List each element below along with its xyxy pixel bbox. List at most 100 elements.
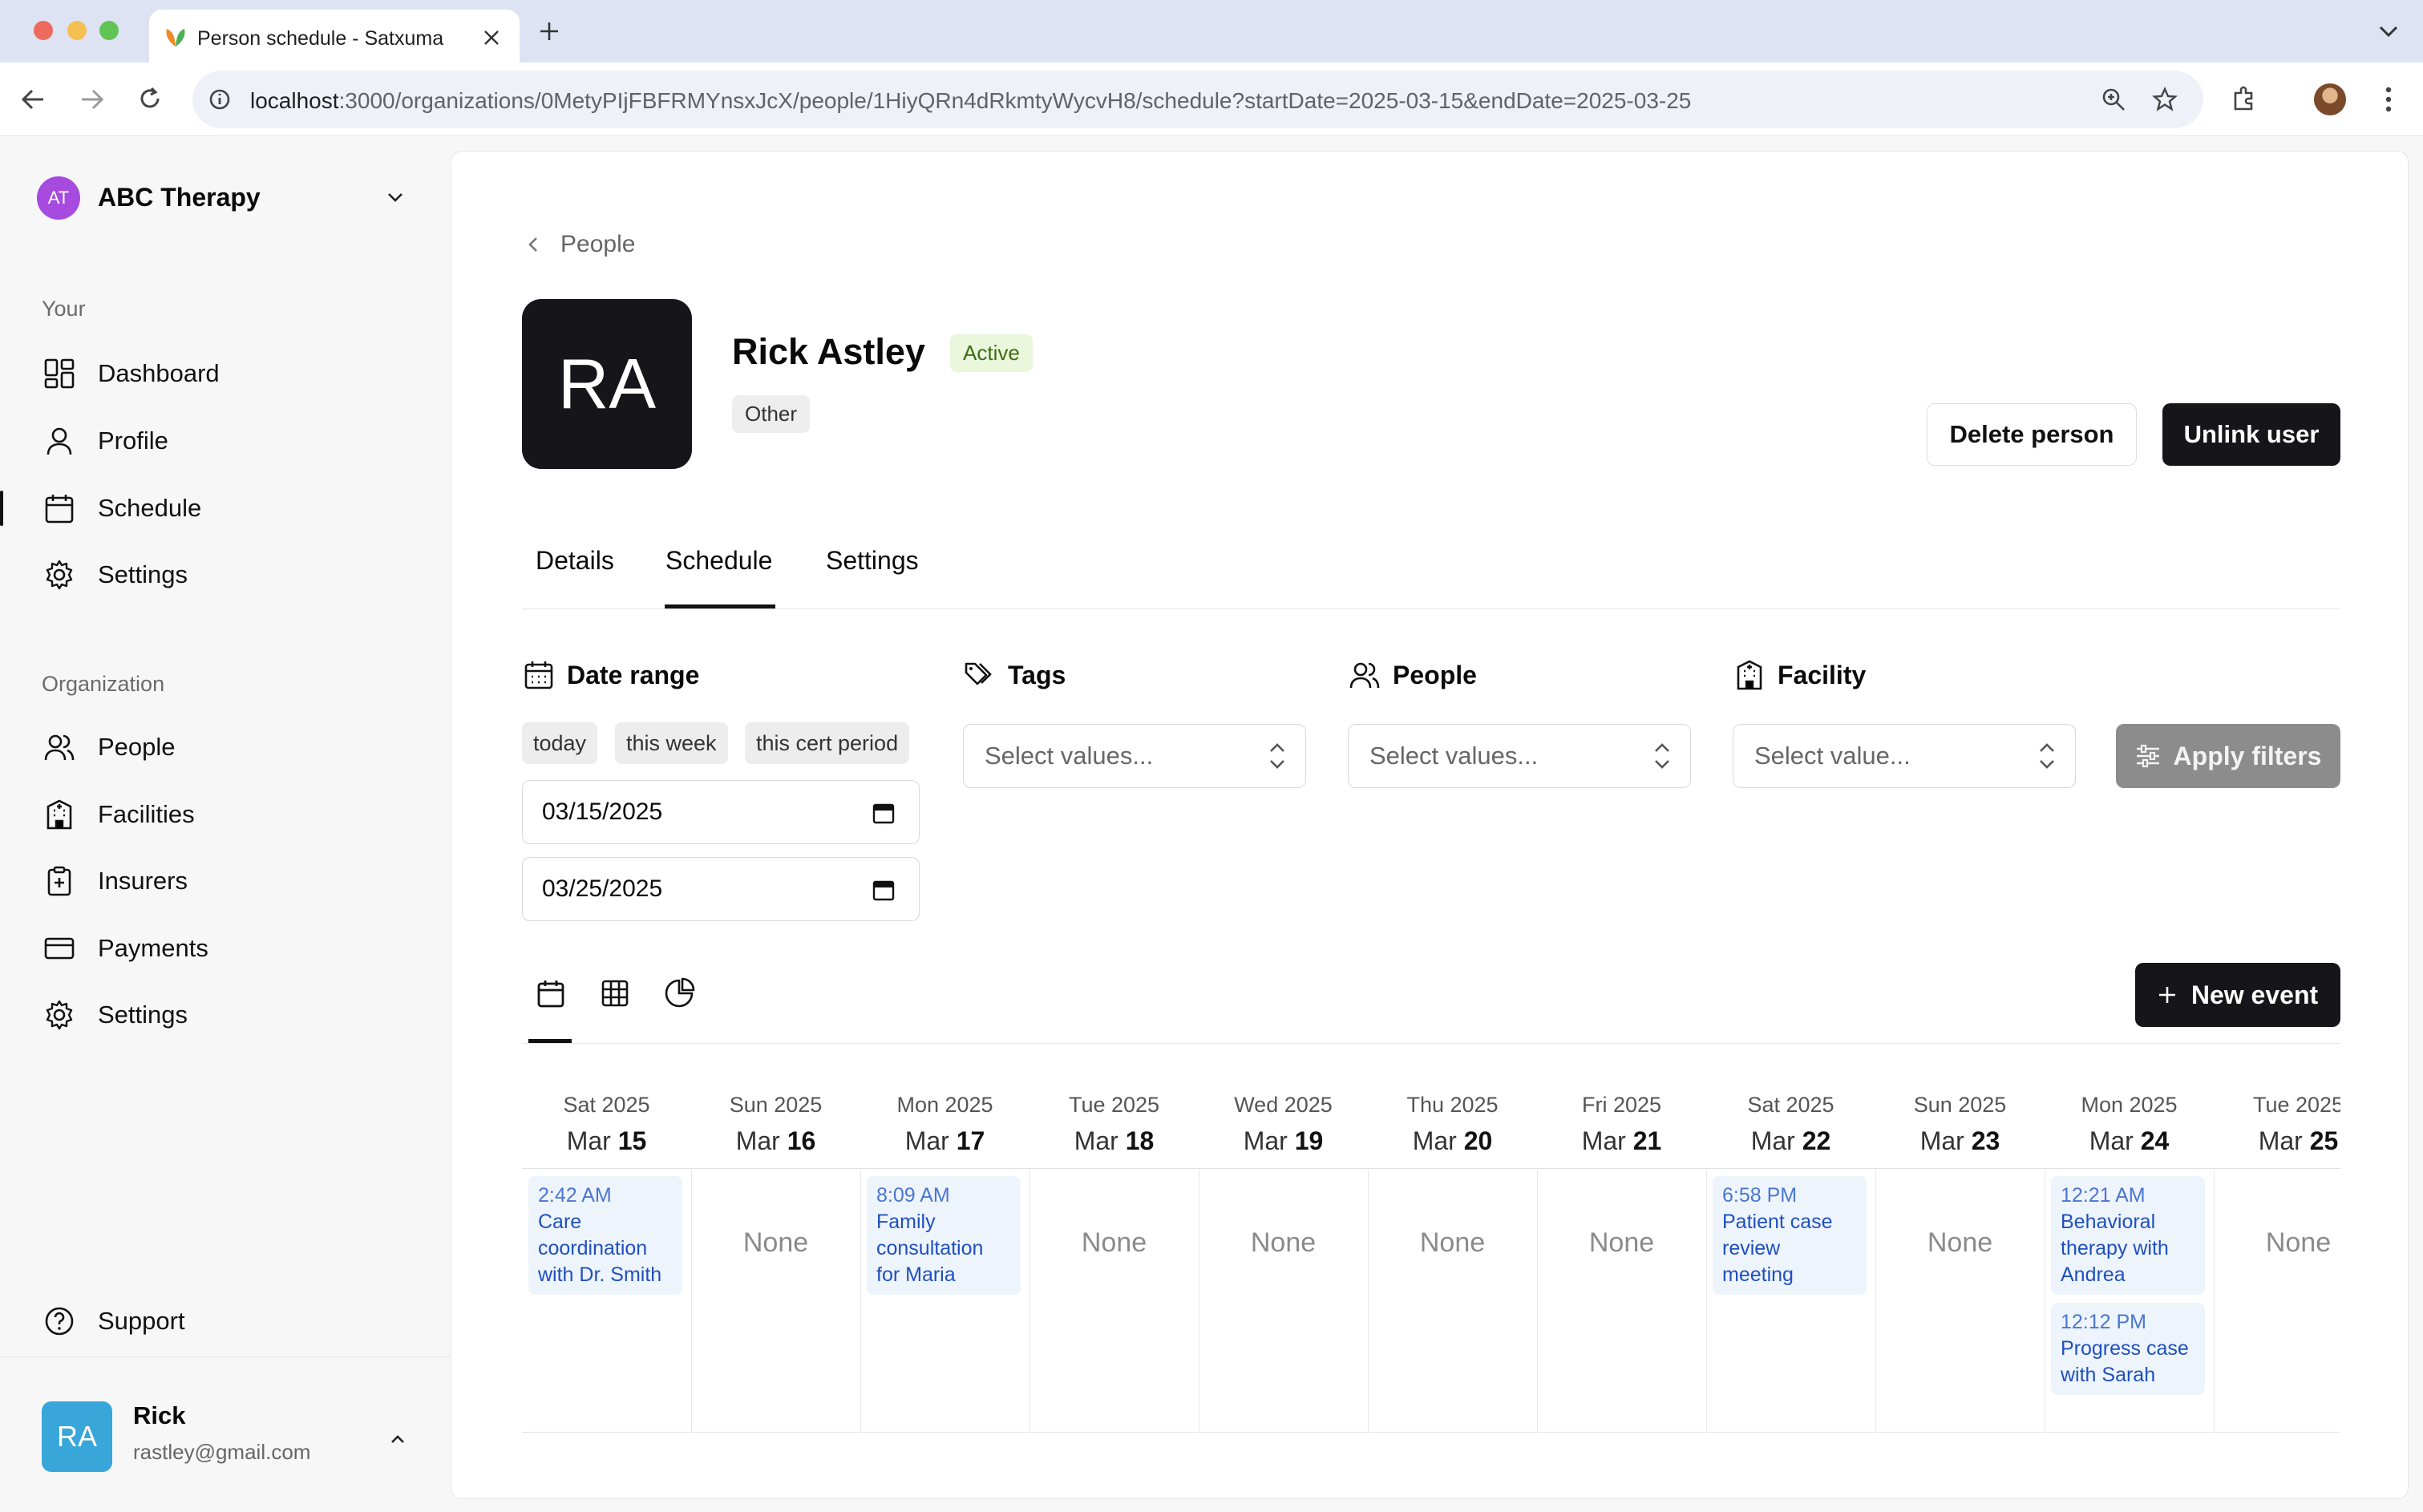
no-events-text: None	[742, 1227, 809, 1258]
day-column[interactable]: Sat 2025 Mar 15 2:42 AM Care coordination w…	[522, 1081, 691, 1434]
day-column[interactable]: Mon 2025 Mar 17 8:09 AM Family consultation…	[860, 1081, 1029, 1434]
forward-arrow-icon[interactable]	[80, 88, 104, 111]
day-column[interactable]: Sun 2025 Mar 23 None	[1875, 1081, 2045, 1434]
back-arrow-icon[interactable]	[21, 88, 45, 111]
start-date-value: 03/15/2025	[542, 798, 663, 825]
sliders-icon	[2136, 744, 2159, 768]
sidebar-item-label: People	[98, 733, 176, 761]
reload-icon[interactable]	[138, 87, 162, 111]
table-view-icon[interactable]	[599, 977, 631, 1009]
quick-this-week-chip[interactable]: this week	[615, 722, 728, 764]
tab-search-chevron-icon[interactable]	[2378, 24, 2399, 38]
event-card[interactable]: 8:09 AM Family consultation for Maria	[867, 1176, 1021, 1295]
tags-select[interactable]: Select values...	[963, 724, 1306, 788]
sidebar-item-people[interactable]: People	[42, 723, 427, 771]
sidebar-item-settings[interactable]: Settings	[42, 551, 427, 599]
tab-schedule[interactable]: Schedule	[665, 546, 772, 576]
event-card[interactable]: 2:42 AM Care coordination with Dr. Smith	[528, 1176, 682, 1295]
day-date: Mar 19	[1199, 1126, 1368, 1156]
facility-label: Facility	[1778, 660, 1867, 689]
building-icon	[42, 797, 77, 832]
day-column[interactable]: Thu 2025 Mar 20 None	[1368, 1081, 1537, 1434]
close-window-button[interactable]	[34, 21, 53, 40]
sidebar-item-label: Settings	[98, 1001, 188, 1029]
no-events-text: None	[1081, 1227, 1147, 1258]
new-tab-icon[interactable]	[539, 21, 560, 42]
facility-select[interactable]: Select value...	[1733, 724, 2076, 788]
unlink-user-button[interactable]: Unlink user	[2162, 403, 2340, 466]
tab-details[interactable]: Details	[536, 546, 614, 576]
event-card[interactable]: 6:58 PM Patient case review meeting	[1713, 1176, 1867, 1295]
sidebar-item-label: Support	[98, 1307, 185, 1335]
day-number: 20	[1463, 1126, 1493, 1155]
close-tab-icon[interactable]	[483, 29, 500, 46]
day-column[interactable]: Wed 2025 Mar 19 None	[1199, 1081, 1368, 1434]
apply-filters-button[interactable]: Apply filters	[2116, 724, 2340, 788]
profile-avatar[interactable]	[2314, 83, 2346, 115]
facility-heading: Facility	[1733, 658, 1866, 692]
day-date: Mar 25	[2214, 1126, 2340, 1156]
calendar-picker-icon[interactable]	[872, 802, 895, 824]
sidebar-item-schedule[interactable]: Schedule	[42, 484, 427, 532]
day-number: 21	[1632, 1126, 1662, 1155]
kebab-menu-icon[interactable]	[2383, 85, 2394, 114]
quick-cert-period-chip[interactable]: this cert period	[745, 722, 910, 764]
day-number: 19	[1294, 1126, 1324, 1155]
extensions-puzzle-icon[interactable]	[2231, 85, 2258, 112]
sidebar-item-label: Settings	[98, 560, 188, 588]
tags-label: Tags	[1008, 660, 1066, 689]
maximize-window-button[interactable]	[99, 21, 119, 40]
sidebar-item-label: Schedule	[98, 494, 202, 522]
end-date-input[interactable]: 03/25/2025	[522, 857, 920, 921]
event-card[interactable]: 12:12 PM Progress case with Sarah	[2051, 1303, 2205, 1395]
users-icon	[1348, 658, 1381, 692]
day-column[interactable]: Sat 2025 Mar 22 6:58 PM Patient case review…	[1706, 1081, 1875, 1434]
event-card[interactable]: 12:21 AM Behavioral therapy with Andrea	[2051, 1176, 2205, 1295]
day-column[interactable]: Fri 2025 Mar 21 None	[1537, 1081, 1706, 1434]
address-bar[interactable]: localhost:3000/organizations/0MetyPIjFBF…	[192, 71, 2203, 128]
calendar-icon	[42, 491, 77, 526]
event-title: Progress case with Sarah	[2061, 1337, 2189, 1386]
event-time: 2:42 AM	[538, 1184, 612, 1207]
view-divider	[522, 1043, 2340, 1044]
site-info-icon[interactable]	[208, 88, 231, 111]
browser-tab-strip: Person schedule - Satxuma	[0, 0, 2423, 63]
person-name: Rick Astley	[732, 331, 925, 372]
day-column[interactable]: Mon 2025 Mar 24 12:21 AM Behavioral therapy…	[2045, 1081, 2214, 1434]
site-favicon	[166, 29, 185, 46]
day-column[interactable]: Tue 2025 Mar 18 None	[1029, 1081, 1199, 1434]
zoom-icon[interactable]	[2101, 87, 2126, 112]
calendar-view-icon[interactable]	[535, 977, 567, 1009]
start-date-input[interactable]: 03/15/2025	[522, 780, 920, 844]
sidebar-item-insurers[interactable]: Insurers	[42, 857, 427, 905]
day-date: Mar 22	[1706, 1126, 1875, 1156]
minimize-window-button[interactable]	[67, 21, 87, 40]
sidebar-item-org-settings[interactable]: Settings	[42, 991, 427, 1039]
day-month: Mar	[2089, 1126, 2134, 1155]
day-column[interactable]: Tue 2025 Mar 25 None	[2214, 1081, 2340, 1434]
pie-chart-view-icon[interactable]	[663, 977, 695, 1009]
delete-person-button[interactable]: Delete person	[1927, 403, 2137, 466]
tab-settings[interactable]: Settings	[826, 546, 919, 576]
quick-today-chip[interactable]: today	[522, 722, 598, 764]
new-event-button[interactable]: New event	[2135, 963, 2340, 1027]
sidebar-item-payments[interactable]: Payments	[42, 924, 427, 972]
url-text[interactable]: localhost:3000/organizations/0MetyPIjFBF…	[250, 88, 1691, 114]
calendar-picker-icon[interactable]	[872, 879, 895, 901]
people-select[interactable]: Select values...	[1348, 724, 1691, 788]
sidebar-item-profile[interactable]: Profile	[42, 417, 427, 465]
user-menu[interactable]: RA Rick rastley@gmail.com	[0, 1371, 451, 1499]
no-events-text: None	[1250, 1227, 1317, 1258]
day-number: 18	[1125, 1126, 1155, 1155]
browser-tab[interactable]: Person schedule - Satxuma	[149, 10, 520, 63]
breadcrumb[interactable]: People	[527, 228, 635, 261]
day-month: Mar	[2258, 1126, 2303, 1155]
sidebar-item-dashboard[interactable]: Dashboard	[42, 350, 427, 398]
sidebar-item-facilities[interactable]: Facilities	[42, 790, 427, 839]
event-time: 6:58 PM	[1722, 1184, 1798, 1207]
sidebar-item-support[interactable]: Support	[42, 1297, 427, 1345]
gear-icon	[42, 997, 77, 1033]
day-column[interactable]: Sun 2025 Mar 16 None	[691, 1081, 860, 1434]
bookmark-star-icon[interactable]	[2152, 87, 2178, 112]
org-switcher[interactable]: AT ABC Therapy	[24, 168, 425, 229]
